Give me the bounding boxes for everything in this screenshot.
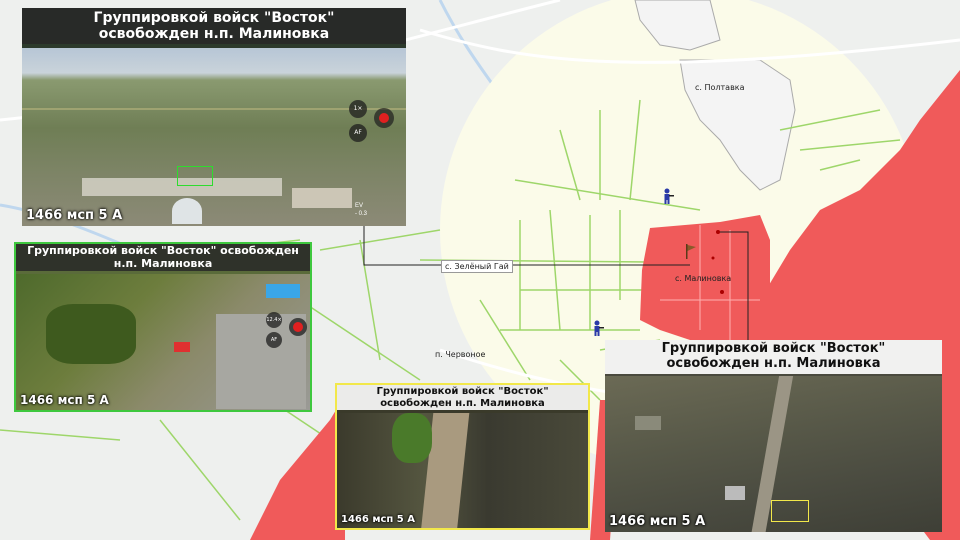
video-panel-4: Группировкой войск "Восток" освобожден н… bbox=[605, 340, 942, 532]
video-panel-2: Группировкой войск "Восток" освобожден н… bbox=[14, 242, 312, 412]
soldier-icon bbox=[594, 320, 604, 336]
record-button bbox=[374, 108, 394, 128]
ev-label: EV bbox=[355, 203, 364, 209]
panel-caption: 1466 мсп 5 А bbox=[609, 514, 706, 529]
video-panel-1: Группировкой войск "Восток" освобожден н… bbox=[22, 8, 406, 226]
zoom-indicator: 1× bbox=[349, 100, 367, 118]
marker-dot-1 bbox=[716, 230, 720, 234]
panel-caption: 1466 мсп 5 А bbox=[341, 514, 415, 525]
panel-caption: 1466 мсп 5 А bbox=[20, 393, 109, 407]
place-label-zeleny-gai: с. Зелёный Гай bbox=[441, 260, 513, 273]
panel-title: Группировкой войск "Восток" освобожден н… bbox=[22, 8, 406, 45]
place-label-malinovka: с. Малиновка bbox=[675, 274, 732, 283]
place-label-chervonoe: п. Червоное bbox=[435, 350, 486, 359]
panel-caption: 1466 мсп 5 А bbox=[26, 208, 123, 223]
focus-indicator: AF bbox=[266, 332, 282, 348]
place-label-poltavka: с. Полтавка bbox=[695, 83, 745, 92]
drone-image bbox=[22, 48, 406, 226]
marker-dot-2 bbox=[720, 290, 724, 294]
flag-icon bbox=[686, 244, 696, 259]
video-panel-3: Группировкой войск "Восток" освобожден н… bbox=[335, 383, 590, 530]
drone-image bbox=[337, 413, 588, 528]
panel-title: Группировкой войск "Восток" освобожден н… bbox=[16, 244, 310, 272]
marker-dot-3 bbox=[711, 256, 715, 260]
soldier-icon bbox=[664, 188, 674, 204]
panel-title: Группировкой войск "Восток" освобожден н… bbox=[605, 340, 942, 374]
zoom-indicator: 12.4× bbox=[266, 312, 282, 328]
ev-value: - 0.3 bbox=[355, 211, 368, 217]
drone-image bbox=[605, 376, 942, 532]
panel-title: Группировкой войск "Восток" освобожден н… bbox=[337, 385, 588, 410]
record-button bbox=[289, 318, 307, 336]
focus-indicator: AF bbox=[349, 124, 367, 142]
